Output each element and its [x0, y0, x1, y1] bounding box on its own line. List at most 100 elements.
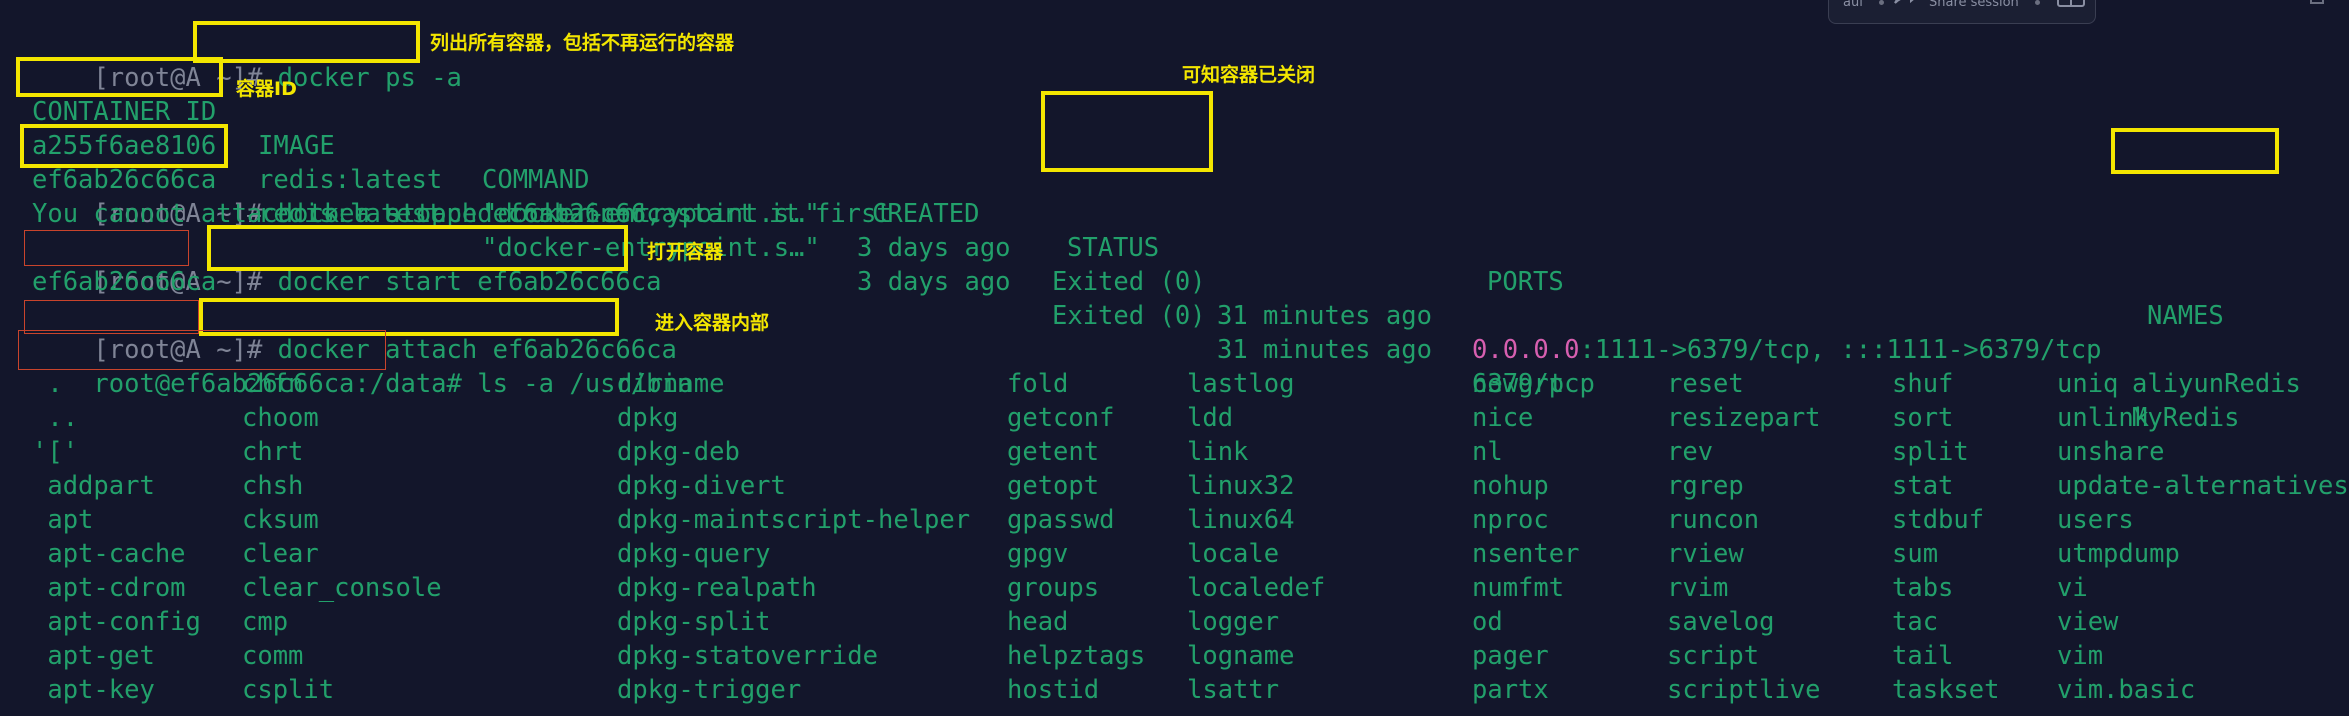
ls-entry: tail [1892, 641, 1954, 671]
ls-row: '[' chrt dpkg-deb getent link nl rev split unsha… [0, 435, 2349, 469]
ls-entry: apt-cache [32, 539, 186, 569]
ls-entry: getent [1007, 437, 1100, 467]
container-prompt-outline [18, 330, 386, 370]
ls-entry: getopt [1007, 471, 1100, 501]
ls-entry: taskset [1892, 675, 2000, 705]
ls-entry: utmpdump [2057, 539, 2180, 569]
ls-entry: users [2057, 505, 2134, 535]
ls-entry: pager [1472, 641, 1549, 671]
toolbar-partial-label: aul [1843, 0, 1863, 10]
ls-entry: view [2057, 607, 2119, 637]
ls-entry: stat [1892, 471, 1954, 501]
terminal-output-line: ef6ab26c66ca [32, 267, 217, 297]
ls-entry: numfmt [1472, 573, 1565, 603]
ls-entry: comm [242, 641, 304, 671]
ls-entry: update-alternatives [2057, 471, 2349, 501]
prompt-outline [24, 230, 189, 266]
ls-entry: sort [1892, 403, 1954, 433]
ls-entry: resizepart [1667, 403, 1821, 433]
ls-entry: . [32, 369, 63, 399]
ls-entry: dpkg-query [617, 539, 771, 569]
ls-entry: od [1472, 607, 1503, 637]
ls-entry: locale [1187, 539, 1280, 569]
ls-entry: sum [1892, 539, 1939, 569]
ls-entry: getconf [1007, 403, 1115, 433]
split-pane-icon[interactable] [2057, 0, 2085, 7]
annotation-closed: 可知容器已关闭 [1182, 64, 1316, 86]
ls-entry: dpkg-divert [617, 471, 786, 501]
ls-row: apt-get comm dpkg-statoverride helpztags log… [0, 639, 2349, 673]
ls-entry: nice [1472, 403, 1534, 433]
ls-entry: tabs [1892, 573, 1954, 603]
ls-entry: stdbuf [1892, 505, 1985, 535]
ls-row: addpart chsh dpkg-divert getopt linux32 nohup… [0, 469, 2349, 503]
ls-entry: clear [242, 539, 319, 569]
ls-entry: unshare [2057, 437, 2165, 467]
highlight-box-cmd-ps [193, 21, 420, 63]
header-names: NAMES [2147, 301, 2224, 331]
ls-entry: hostid [1007, 675, 1100, 705]
separator-dot [2035, 0, 2040, 5]
ls-row: .. choom dpkg getconf ldd nice resizepart sort u… [0, 401, 2349, 435]
ls-entry: partx [1472, 675, 1549, 705]
ls-entry: reset [1667, 369, 1744, 399]
ls-entry: apt-key [32, 675, 155, 705]
share-session-label[interactable]: Share session [1929, 0, 2019, 10]
share-icon[interactable] [1893, 0, 1919, 5]
port-ip: 0.0.0.0 [1472, 335, 1580, 365]
ls-entry: groups [1007, 573, 1100, 603]
ls-entry: chfn [242, 369, 304, 399]
ls-entry: rview [1667, 539, 1744, 569]
ls-entry: choom [242, 403, 319, 433]
ls-entry: dpkg-realpath [617, 573, 817, 603]
ls-entry: .. [32, 403, 79, 433]
ls-entry: cksum [242, 505, 319, 535]
ls-entry: addpart [32, 471, 155, 501]
ls-entry: chsh [242, 471, 304, 501]
ls-entry: fold [1007, 369, 1069, 399]
annotation-enter: 进入容器内部 [655, 312, 770, 334]
ls-entry: nsenter [1472, 539, 1580, 569]
highlight-box-cmd-start [207, 225, 628, 271]
ls-entry: gpgv [1007, 539, 1069, 569]
terminal-window[interactable]: aul Share session [root@A ~]# docker ps … [0, 0, 2349, 716]
highlight-box-target-id [20, 124, 228, 168]
ls-entry: csplit [242, 675, 335, 705]
ls-entry: linux64 [1187, 505, 1295, 535]
command-text: docker start ef6ab26c66ca [277, 267, 662, 297]
ls-entry: newgrp [1472, 369, 1565, 399]
ls-entry: tac [1892, 607, 1939, 637]
separator-dot [1879, 0, 1884, 5]
ls-entry: apt-cdrom [32, 573, 186, 603]
ls-entry: cmp [242, 607, 289, 637]
ls-row: apt cksum dpkg-maintscript-helper gpasswd li… [0, 503, 2349, 537]
window-corner-icon [2310, 0, 2324, 4]
highlight-box-container-id [16, 57, 223, 97]
ls-entry: dpkg-split [617, 607, 771, 637]
ls-row: apt-config cmp dpkg-split head logger od savel… [0, 605, 2349, 639]
highlight-box-name [2111, 128, 2279, 174]
ls-entry: dpkg-deb [617, 437, 740, 467]
ls-entry: chrt [242, 437, 304, 467]
container-status: Exited (0) [1052, 267, 1206, 297]
ls-entry: apt [32, 505, 94, 535]
ls-entry: vim.basic [2057, 675, 2196, 705]
ls-row: apt-key csplit dpkg-trigger hostid lsattr par… [0, 673, 2349, 707]
ls-row: . chfn dirname fold lastlog newgrp reset shuf un… [0, 367, 2349, 401]
ls-entry: split [1892, 437, 1969, 467]
port-mapping: :1111->6379/tcp, :::1111->6379/tcp [1579, 335, 2102, 365]
terminal-line-cmd-attach: [root@A ~]# docker attach ef6ab26c66ca [32, 163, 676, 229]
annotation-open: 打开容器 [647, 241, 724, 263]
annotation-container-id: 容器ID [236, 78, 297, 100]
ls-entry: logname [1187, 641, 1295, 671]
ls-entry: scriptlive [1667, 675, 1821, 705]
ls-entry: apt-get [32, 641, 155, 671]
ls-entry: dpkg-statoverride [617, 641, 878, 671]
ls-entry: rev [1667, 437, 1714, 467]
container-ports: 0.0.0.0:1111->6379/tcp, :::1111->6379/tc… [1472, 333, 2101, 367]
ls-entry: ldd [1187, 403, 1234, 433]
ls-entry: lsattr [1187, 675, 1280, 705]
ls-entry: rvim [1667, 573, 1729, 603]
ls-row: apt-cache clear dpkg-query gpgv locale nsente… [0, 537, 2349, 571]
ls-entry: clear_console [242, 573, 442, 603]
